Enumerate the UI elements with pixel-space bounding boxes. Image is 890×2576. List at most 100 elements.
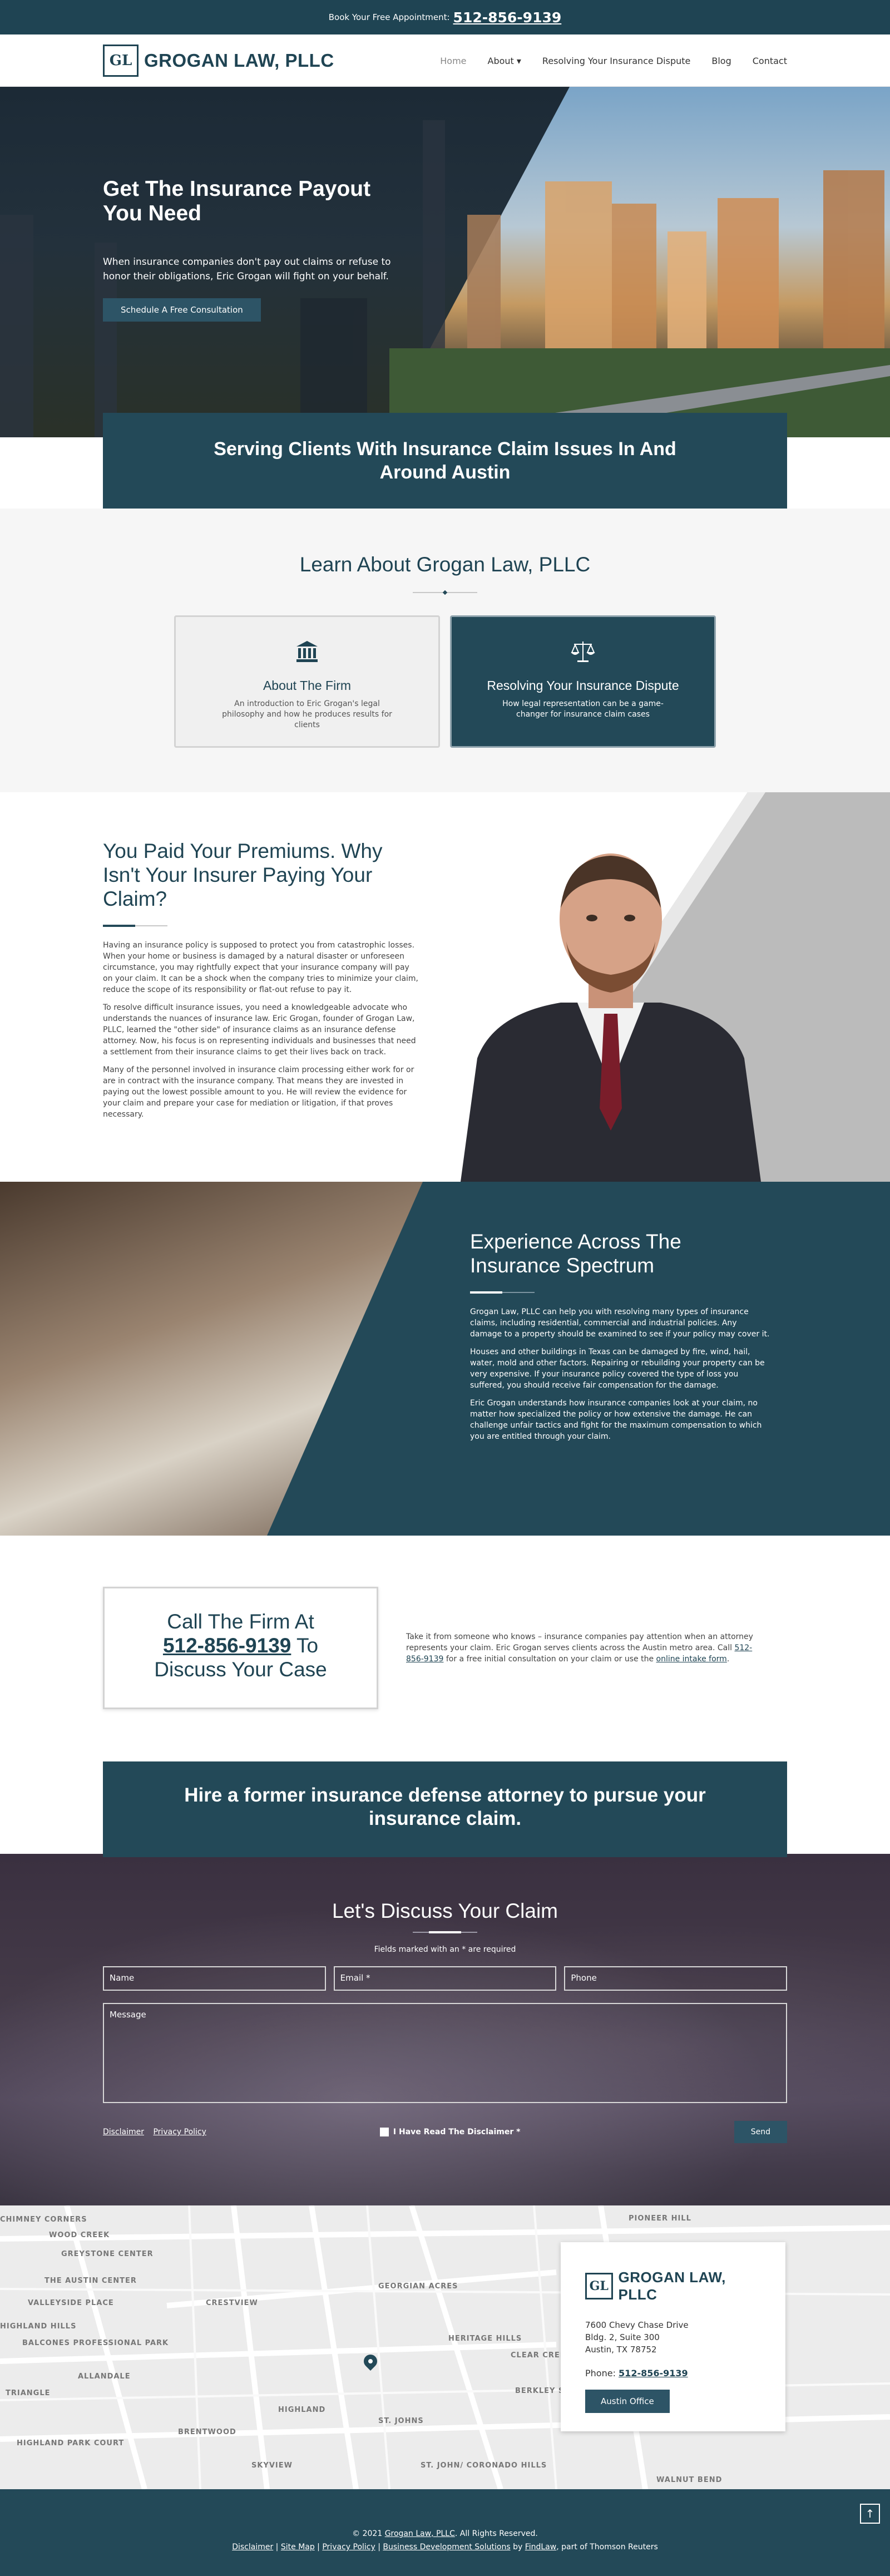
map-label: VALLEYSIDE PLACE — [28, 2299, 114, 2307]
map-label: PIONEER HILL — [629, 2214, 691, 2223]
hero-section: Get The Insurance Payout You Need When i… — [0, 87, 890, 437]
attorney-portrait — [461, 853, 761, 1182]
arrow-up-icon[interactable]: ↑ — [860, 2504, 880, 2524]
map-label: ALLANDALE — [78, 2372, 131, 2381]
site-footer: ↑ © 2021 Grogan Law, PLLC. All Rights Re… — [0, 2489, 890, 2576]
form-disclaimer-link[interactable]: Disclaimer — [103, 2128, 144, 2136]
name-input[interactable]: Name — [103, 1966, 326, 1991]
experience-title: Experience Across The Insurance Spectrum — [470, 1230, 681, 1277]
site-logo[interactable]: GL GROGAN LAW, PLLC — [103, 45, 334, 77]
disclaimer-checkbox[interactable] — [379, 2128, 389, 2136]
office-logo-mark: GL — [585, 2273, 613, 2299]
main-nav: Home About ▾ Resolving Your Insurance Di… — [440, 56, 787, 66]
experience-paragraph-1: Grogan Law, PLLC can help you with resol… — [470, 1307, 770, 1339]
map-label: TRIANGLE — [6, 2389, 51, 2397]
hero-content: Get The Insurance Payout You Need When i… — [103, 177, 392, 322]
footer-privacy-link[interactable]: Privacy Policy — [322, 2543, 375, 2552]
phone-input[interactable]: Phone — [564, 1966, 788, 1991]
map-label: ST. JOHN/ CORONADO HILLS — [421, 2461, 547, 2470]
call-firm-box: Call The Firm At 512-856-9139 To Discuss… — [103, 1587, 378, 1709]
address-line-3: Austin, TX 78752 — [585, 2345, 657, 2355]
footer-sitemap-link[interactable]: Site Map — [281, 2543, 315, 2552]
footer-findlaw-link[interactable]: FindLaw — [525, 2543, 557, 2552]
send-button[interactable]: Send — [734, 2121, 787, 2143]
hire-banner-text: Hire a former insurance defense attorney… — [103, 1761, 787, 1857]
premiums-title: You Paid Your Premiums. Why Isn't Your I… — [103, 840, 383, 910]
footer-disclaimer-link[interactable]: Disclaimer — [232, 2543, 273, 2552]
resolving-dispute-title: Resolving Your Insurance Dispute — [487, 678, 679, 693]
online-intake-form-link[interactable]: online intake form — [656, 1655, 727, 1664]
map-label: SKYVIEW — [251, 2461, 293, 2470]
experience-divider — [470, 1291, 535, 1294]
learn-section: Learn About Grogan Law, PLLC About The F… — [0, 509, 890, 792]
footer-bds-link[interactable]: Business Development Solutions — [383, 2543, 510, 2552]
map-label: GEORGIAN ACRES — [378, 2282, 458, 2291]
message-textarea[interactable]: Message — [103, 2003, 787, 2103]
about-firm-title: About The Firm — [263, 678, 352, 693]
office-phone-label: Phone: — [585, 2368, 616, 2378]
call-phone-link[interactable]: 512-856-9139 — [163, 1634, 291, 1657]
nav-resolving[interactable]: Resolving Your Insurance Dispute — [542, 56, 690, 66]
logo-mark: GL — [103, 45, 139, 77]
resolving-dispute-card[interactable]: Resolving Your Insurance Dispute How leg… — [450, 615, 716, 748]
logo-text: GROGAN LAW, PLLC — [144, 50, 334, 71]
premiums-paragraph-3: Many of the personnel involved in insura… — [103, 1065, 414, 1119]
nav-home[interactable]: Home — [440, 56, 466, 66]
form-privacy-link[interactable]: Privacy Policy — [153, 2128, 206, 2136]
section-divider — [413, 592, 477, 593]
map-label: CRESTVIEW — [206, 2299, 258, 2307]
call-description: Take it from someone who knows – insuran… — [406, 1631, 762, 1665]
footer-by: by — [513, 2543, 523, 2552]
map-label: CHIMNEY CORNERS — [0, 2215, 87, 2224]
map-label: HERITAGE HILLS — [448, 2335, 522, 2343]
learn-title: Learn About Grogan Law, PLLC — [299, 553, 591, 576]
email-input[interactable]: Email * — [333, 1966, 557, 1991]
office-phone-link[interactable]: 512-856-9139 — [619, 2368, 688, 2378]
office-info-card: GL GROGAN LAW, PLLC 7600 Chevy Chase Dri… — [561, 2242, 785, 2431]
courthouse-icon — [192, 639, 422, 670]
nav-about[interactable]: About ▾ — [488, 56, 521, 66]
experience-paragraph-3: Eric Grogan understands how insurance co… — [470, 1399, 762, 1441]
map-label: HIGHLAND PARK COURT — [17, 2439, 125, 2447]
nav-contact[interactable]: Contact — [753, 56, 787, 66]
map-label: BRENTWOOD — [178, 2428, 236, 2436]
call-desc-mid: for a free initial consultation on your … — [443, 1655, 656, 1664]
office-phone: Phone: 512-856-9139 — [585, 2368, 761, 2378]
serve-banner-text: Serving Clients With Insurance Claim Iss… — [103, 413, 787, 509]
office-address: 7600 Chevy Chase Drive Bldg. 2, Suite 30… — [585, 2319, 761, 2356]
required-note: Fields marked with an * are required — [374, 1945, 516, 1954]
form-title: Let's Discuss Your Claim — [332, 1899, 558, 1922]
schedule-consultation-button[interactable]: Schedule A Free Consultation — [103, 298, 261, 322]
appointment-text: Book Your Free Appointment: — [328, 12, 450, 22]
office-logo-text: GROGAN LAW, PLLC — [618, 2269, 726, 2303]
disclaimer-checkbox-label: I Have Read The Disclaimer * — [393, 2128, 521, 2136]
site-header: GL GROGAN LAW, PLLC Home About ▾ Resolvi… — [0, 34, 890, 87]
contact-form-section: Let's Discuss Your Claim Fields marked w… — [0, 1854, 890, 2205]
about-firm-card[interactable]: About The Firm An introduction to Eric G… — [174, 615, 440, 748]
map-label: WOOD CREEK — [49, 2231, 110, 2239]
austin-office-button[interactable]: Austin Office — [585, 2390, 670, 2413]
office-map[interactable]: CHIMNEY CORNERS WOOD CREEK GREYSTONE CEN… — [0, 2205, 890, 2489]
footer-firm-link[interactable]: Grogan Law, PLLC — [385, 2529, 455, 2538]
map-label: HIGHLAND HILLS — [0, 2322, 77, 2331]
resolving-dispute-text: How legal representation can be a game-c… — [502, 699, 664, 719]
premiums-section: You Paid Your Premiums. Why Isn't Your I… — [0, 792, 890, 1182]
address-line-2: Bldg. 2, Suite 300 — [585, 2332, 660, 2342]
top-phone-link[interactable]: 512-856-9139 — [453, 9, 562, 26]
experience-paragraph-2: Houses and other buildings in Texas can … — [470, 1348, 765, 1390]
copyright-suffix: . All Rights Reserved. — [454, 2529, 538, 2538]
hero-title: Get The Insurance Payout You Need — [103, 177, 371, 225]
map-label: ST. JOHNS — [378, 2417, 424, 2425]
nav-blog[interactable]: Blog — [711, 56, 731, 66]
premiums-divider — [103, 925, 167, 927]
copyright-text: © 2021 — [352, 2529, 385, 2538]
top-bar: Book Your Free Appointment: 512-856-9139 — [0, 0, 890, 34]
map-label: WALNUT BEND — [656, 2476, 723, 2484]
office-logo: GL GROGAN LAW, PLLC — [585, 2269, 761, 2303]
about-firm-text: An introduction to Eric Grogan's legal p… — [222, 699, 392, 729]
call-desc-text: Take it from someone who knows – insuran… — [406, 1632, 753, 1652]
address-line-1: 7600 Chevy Chase Drive — [585, 2320, 689, 2330]
premiums-paragraph-2: To resolve difficult insurance issues, y… — [103, 1003, 416, 1057]
hero-text: When insurance companies don't pay out c… — [103, 256, 391, 282]
call-desc-end: . — [726, 1655, 730, 1664]
